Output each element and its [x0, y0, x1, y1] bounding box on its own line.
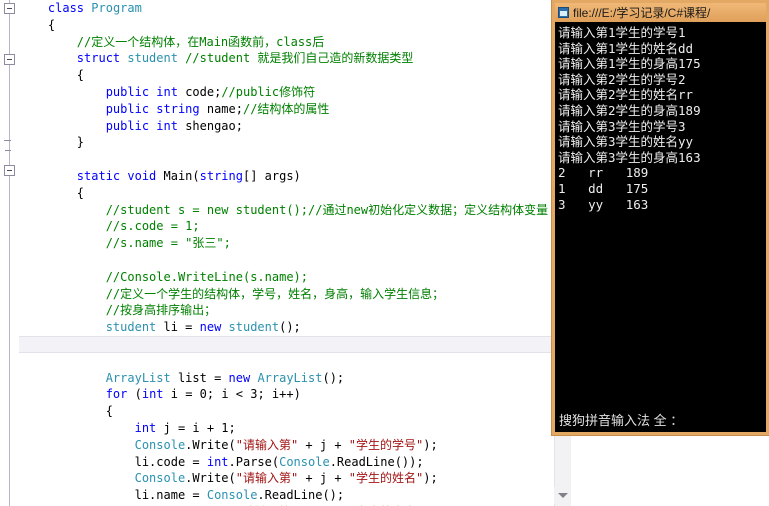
code-line: //s.name = "张三";	[105, 236, 231, 251]
code-line: public string name;//结构体的属性	[105, 101, 330, 116]
code-line: {	[76, 68, 85, 83]
code-line: li.name = Console.ReadLine();	[134, 488, 345, 503]
console-titlebar[interactable]: file:///E:/学习记录/C#课程/	[555, 3, 766, 22]
code-line: {	[76, 185, 85, 200]
console-output-line: 请输入第3学生的学号3	[558, 118, 686, 134]
code-line: struct student //student 就是我们自己造的新数据类型	[76, 51, 414, 66]
code-line: li.code = int.Parse(Console.ReadLine());	[134, 454, 424, 469]
console-output-line: 请输入第2学生的姓名rr	[558, 87, 694, 103]
collapse-box-struct[interactable]	[4, 54, 15, 65]
ime-status-bar: 搜狗拼音输入法 全 ：	[555, 406, 766, 432]
collapse-box-class[interactable]	[4, 3, 15, 14]
code-line: Console.Write("请输入第" + j + "学生的学号");	[134, 437, 438, 452]
console-output: 请输入第1学生的学号1 请输入第1学生的姓名dd 请输入第1学生的身高175 请输入第…	[555, 22, 766, 406]
console-output-line: 3 yy 163	[558, 196, 649, 212]
console-output-line: 2 rr 189	[558, 165, 649, 181]
code-line: public int code;//public修饰符	[105, 84, 316, 99]
code-line: //按身高排序输出；	[105, 303, 217, 318]
console-output-line: 请输入第2学生的身高189	[558, 102, 701, 118]
code-line: //student s = new student();//通过new初始化定义…	[105, 202, 549, 217]
structure-guide-line	[9, 0, 10, 506]
ime-status-text: 搜狗拼音输入法 全 ：	[559, 412, 684, 428]
code-line: {	[105, 404, 113, 419]
code-line: ArrayList list = new ArrayList();	[105, 370, 345, 385]
code-line-current	[19, 335, 554, 353]
code-line: public int shengao;	[105, 118, 243, 133]
code-line: {	[47, 17, 56, 32]
console-output-line: 请输入第1学生的身高175	[558, 56, 701, 72]
code-line: //Console.WriteLine(s.name);	[105, 269, 308, 284]
console-output-line: 请输入第3学生的身高163	[558, 149, 701, 165]
console-window[interactable]: file:///E:/学习记录/C#课程/ 请输入第1学生的学号1 请输入第1学生…	[552, 0, 769, 435]
console-output-line: 请输入第2学生的学号2	[558, 71, 686, 87]
code-line: Console.Write("请输入第" + j + "学生的姓名");	[134, 471, 438, 486]
code-line: static void Main(string[] args)	[76, 168, 301, 183]
code-line: //定义一个结构体，在Main函数前，class后	[76, 34, 325, 49]
gutter-endbar	[4, 140, 11, 141]
code-text-area[interactable]: class Program { //定义一个结构体，在Main函数前，class…	[19, 0, 554, 506]
collapse-box-main[interactable]	[4, 165, 15, 176]
code-line: student li = new student();	[105, 320, 301, 335]
code-line: for (int i = 0; i < 3; i++)	[105, 387, 301, 402]
chevron-down-icon[interactable]	[554, 487, 571, 504]
gutter-tick	[5, 150, 11, 151]
console-output-line: 请输入第3学生的姓名yy	[558, 134, 694, 150]
console-output-line: 请输入第1学生的姓名dd	[558, 40, 694, 56]
console-icon	[558, 7, 569, 18]
console-output-line: 1 dd 175	[558, 180, 649, 196]
code-line: //s.code = 1;	[105, 219, 200, 234]
console-title: file:///E:/学习记录/C#课程/	[573, 6, 711, 20]
code-line: }	[76, 135, 85, 150]
code-line: //定义一个学生的结构体，学号，姓名，身高，输入学生信息；	[105, 286, 445, 301]
code-line: class Program	[47, 1, 142, 15]
editor-gutter	[0, 0, 19, 506]
code-line: int j = i + 1;	[134, 420, 236, 435]
console-output-line: 请输入第1学生的学号1	[558, 25, 686, 40]
